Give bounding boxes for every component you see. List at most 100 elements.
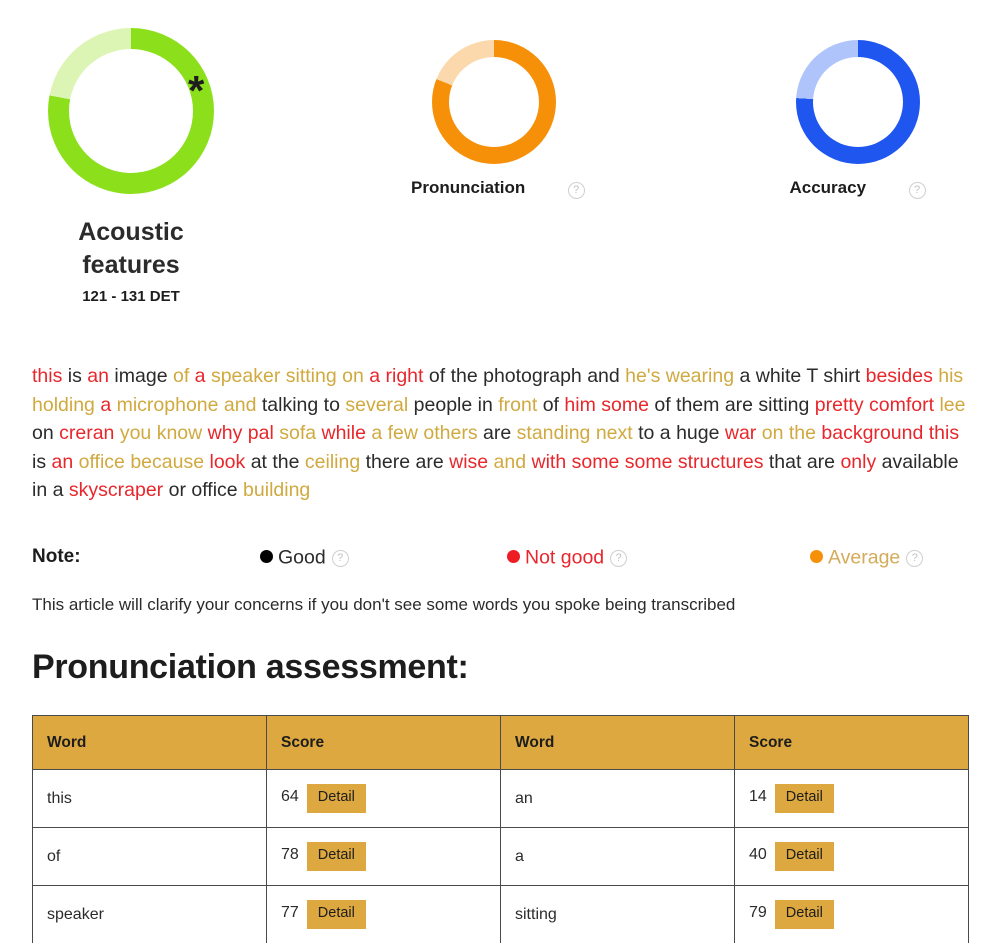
transcript-word[interactable]: in <box>32 479 47 501</box>
transcript-word[interactable]: wearing <box>666 365 734 387</box>
transcript-word[interactable]: at <box>251 451 267 473</box>
transcript-word[interactable]: an <box>52 451 74 473</box>
transcript-word[interactable]: a <box>53 479 64 501</box>
transcript-word[interactable]: lee <box>939 394 965 416</box>
transcript-word[interactable]: shirt <box>823 365 860 387</box>
transcript-word[interactable]: are <box>416 451 444 473</box>
transcript-word[interactable]: of <box>654 394 670 416</box>
transcript-word[interactable]: front <box>498 394 537 416</box>
transcript-word[interactable]: standing <box>517 422 591 444</box>
transcript-word[interactable]: in <box>478 394 493 416</box>
transcript-word[interactable]: and <box>494 451 527 473</box>
transcript-word[interactable]: others <box>423 422 477 444</box>
transcript-word[interactable]: comfort <box>869 394 934 416</box>
transcript-word[interactable]: are <box>725 394 753 416</box>
transcript-word[interactable]: a <box>195 365 206 387</box>
transcript-word[interactable]: office <box>191 479 237 501</box>
transcript-word[interactable]: there <box>366 451 410 473</box>
detail-button[interactable]: Detail <box>774 842 834 871</box>
transcript-word[interactable]: of <box>543 394 559 416</box>
transcript-word[interactable]: sitting <box>286 365 337 387</box>
transcript-word[interactable]: he's <box>625 365 660 387</box>
transcript-word[interactable]: a <box>369 365 380 387</box>
transcript-word[interactable]: them <box>676 394 719 416</box>
transcript-word[interactable]: only <box>840 451 876 473</box>
transcript-word[interactable]: sofa <box>279 422 316 444</box>
transcript-word[interactable]: the <box>272 451 299 473</box>
detail-button[interactable]: Detail <box>774 900 834 929</box>
transcript-word[interactable]: this <box>929 422 959 444</box>
transcript-word[interactable]: a <box>739 365 750 387</box>
transcript-word[interactable]: wise <box>449 451 488 473</box>
transcript-word[interactable]: next <box>596 422 633 444</box>
transcript-word[interactable]: is <box>68 365 82 387</box>
transcript-word[interactable]: that <box>769 451 802 473</box>
transcript-word[interactable]: a <box>100 394 111 416</box>
transcript-word[interactable]: office <box>79 451 125 473</box>
transcript-word[interactable]: right <box>386 365 424 387</box>
transcript-word[interactable]: and <box>224 394 257 416</box>
transcript-word[interactable]: several <box>345 394 408 416</box>
detail-button[interactable]: Detail <box>306 842 366 871</box>
transcript-word[interactable]: pretty <box>815 394 864 416</box>
transcript-word[interactable]: building <box>243 479 310 501</box>
accuracy-help-icon[interactable]: ? <box>908 181 926 199</box>
transcript-word[interactable]: a <box>371 422 382 444</box>
transcript-word[interactable]: besides <box>866 365 933 387</box>
transcript-word[interactable]: on <box>762 422 784 444</box>
transcript-word[interactable]: or <box>169 479 186 501</box>
transcript-word[interactable]: white <box>756 365 802 387</box>
detail-button[interactable]: Detail <box>306 784 366 813</box>
transcript-word[interactable]: because <box>130 451 204 473</box>
transcript-word[interactable]: image <box>114 365 167 387</box>
transcript-word[interactable]: the <box>451 365 478 387</box>
transcript-word[interactable]: huge <box>676 422 719 444</box>
transcript-word[interactable]: to <box>638 422 654 444</box>
transcript-word[interactable]: some <box>625 451 673 473</box>
transcript-word[interactable]: this <box>32 365 62 387</box>
transcript-word[interactable]: look <box>209 451 245 473</box>
transcript-word[interactable]: background <box>821 422 923 444</box>
legend-help-icon-not-good[interactable]: ? <box>610 550 628 568</box>
transcript-word[interactable]: holding <box>32 394 95 416</box>
transcript-word[interactable]: few <box>388 422 418 444</box>
legend-help-icon-average[interactable]: ? <box>906 550 924 568</box>
transcript-word[interactable]: of <box>429 365 445 387</box>
transcript-word[interactable]: on <box>32 422 54 444</box>
transcript-word[interactable]: is <box>32 451 46 473</box>
transcript-word[interactable]: some <box>601 394 649 416</box>
transcript-word[interactable]: why <box>208 422 243 444</box>
detail-button[interactable]: Detail <box>774 784 834 813</box>
transcript-word[interactable]: to <box>324 394 340 416</box>
transcript-word[interactable]: on <box>342 365 364 387</box>
transcript-word[interactable]: you <box>120 422 151 444</box>
transcript-word[interactable]: sitting <box>758 394 809 416</box>
transcript-word[interactable]: war <box>725 422 756 444</box>
legend-help-icon-good[interactable]: ? <box>331 550 349 568</box>
transcript-word[interactable]: some <box>572 451 620 473</box>
transcript-word[interactable]: the <box>789 422 816 444</box>
detail-button[interactable]: Detail <box>306 900 366 929</box>
transcript-word[interactable]: with <box>532 451 567 473</box>
transcript-word[interactable]: people <box>414 394 473 416</box>
transcript-word[interactable]: T <box>806 365 818 387</box>
transcript-word[interactable]: and <box>587 365 620 387</box>
transcript-word[interactable]: skyscraper <box>69 479 163 501</box>
transcript-word[interactable]: photograph <box>483 365 582 387</box>
transcript-word[interactable]: his <box>938 365 963 387</box>
transcript-word[interactable]: creran <box>59 422 114 444</box>
transcript-word[interactable]: microphone <box>117 394 219 416</box>
transcript-word[interactable]: talking <box>262 394 318 416</box>
transcript-word[interactable]: while <box>322 422 366 444</box>
transcript-word[interactable]: pal <box>248 422 274 444</box>
transcript-word[interactable]: are <box>807 451 835 473</box>
transcript-word[interactable]: are <box>483 422 511 444</box>
transcript-word[interactable]: structures <box>678 451 764 473</box>
transcript-word[interactable]: available <box>882 451 959 473</box>
transcript-word[interactable]: of <box>173 365 189 387</box>
transcript-word[interactable]: ceiling <box>305 451 360 473</box>
transcript-word[interactable]: him <box>564 394 595 416</box>
transcript-word[interactable]: an <box>87 365 109 387</box>
transcript-word[interactable]: a <box>660 422 671 444</box>
pronunciation-help-icon[interactable]: ? <box>567 181 585 199</box>
